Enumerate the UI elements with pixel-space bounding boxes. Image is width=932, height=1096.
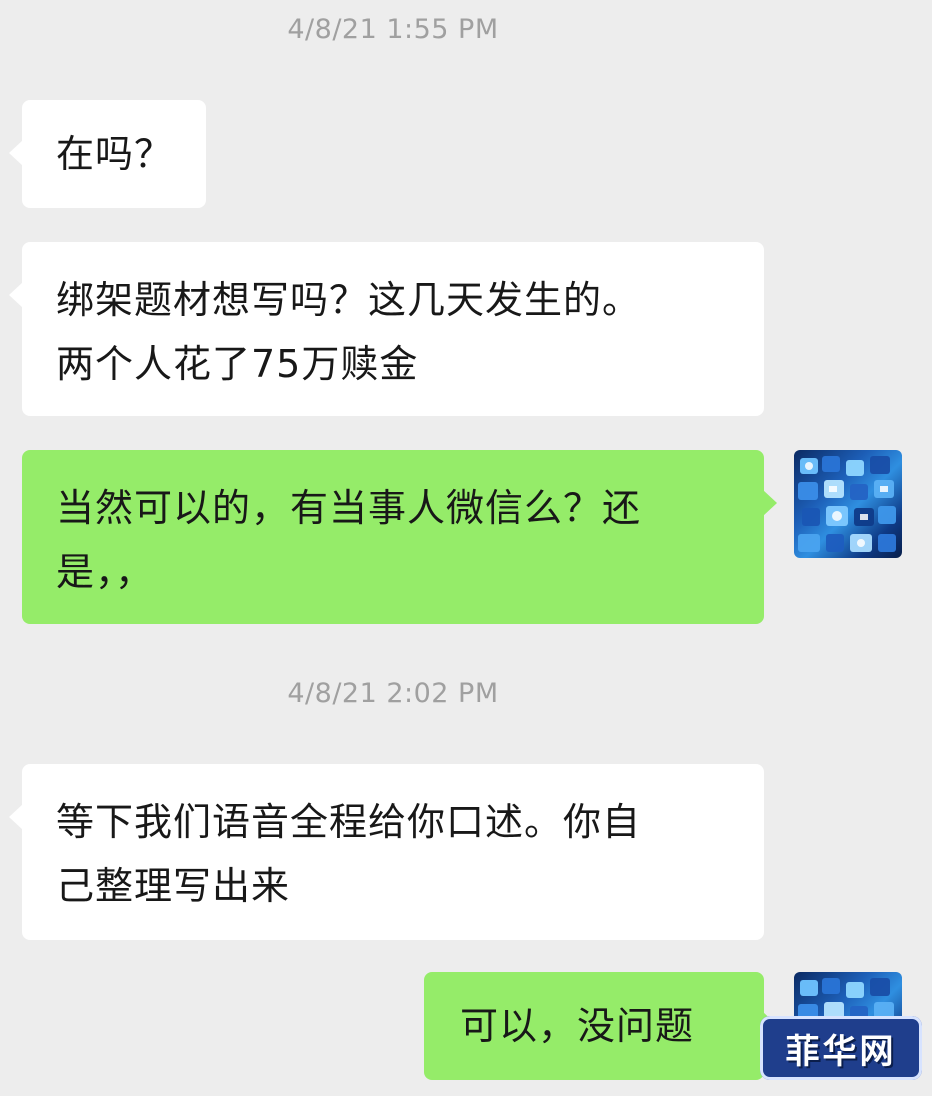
message-text: 绑架题材想写吗？这几天发生的。: [56, 278, 642, 322]
message-bubble-outgoing[interactable]: 当然可以的，有当事人微信么？还 是，，: [22, 450, 777, 624]
chat-timestamp: 4/8/21 2:02 PM: [287, 678, 499, 709]
chat-timestamp: 4/8/21 1:55 PM: [287, 14, 499, 45]
user-avatar[interactable]: [794, 450, 902, 558]
message-text: 在吗？: [56, 132, 174, 176]
message-text: 可以，没问题: [460, 1004, 695, 1048]
message-text: 己整理写出来: [56, 864, 291, 908]
watermark-logo: 菲华网: [760, 1016, 922, 1080]
message-text: 当然可以的，有当事人微信么？还: [56, 486, 642, 530]
message-bubble-outgoing[interactable]: 可以，没问题: [424, 972, 777, 1080]
message-text: 两个人花了75万赎金: [56, 342, 419, 386]
message-bubble-incoming[interactable]: 绑架题材想写吗？这几天发生的。 两个人花了75万赎金: [9, 242, 764, 416]
message-text: 等下我们语音全程给你口述。你自: [56, 800, 642, 844]
message-text: 是，，: [56, 550, 155, 594]
apps-grid-avatar-icon: [798, 456, 896, 552]
message-bubble-incoming[interactable]: 在吗？: [9, 100, 206, 208]
message-bubble-incoming[interactable]: 等下我们语音全程给你口述。你自 己整理写出来: [9, 764, 764, 940]
watermark-text: 菲华网: [785, 1031, 897, 1072]
